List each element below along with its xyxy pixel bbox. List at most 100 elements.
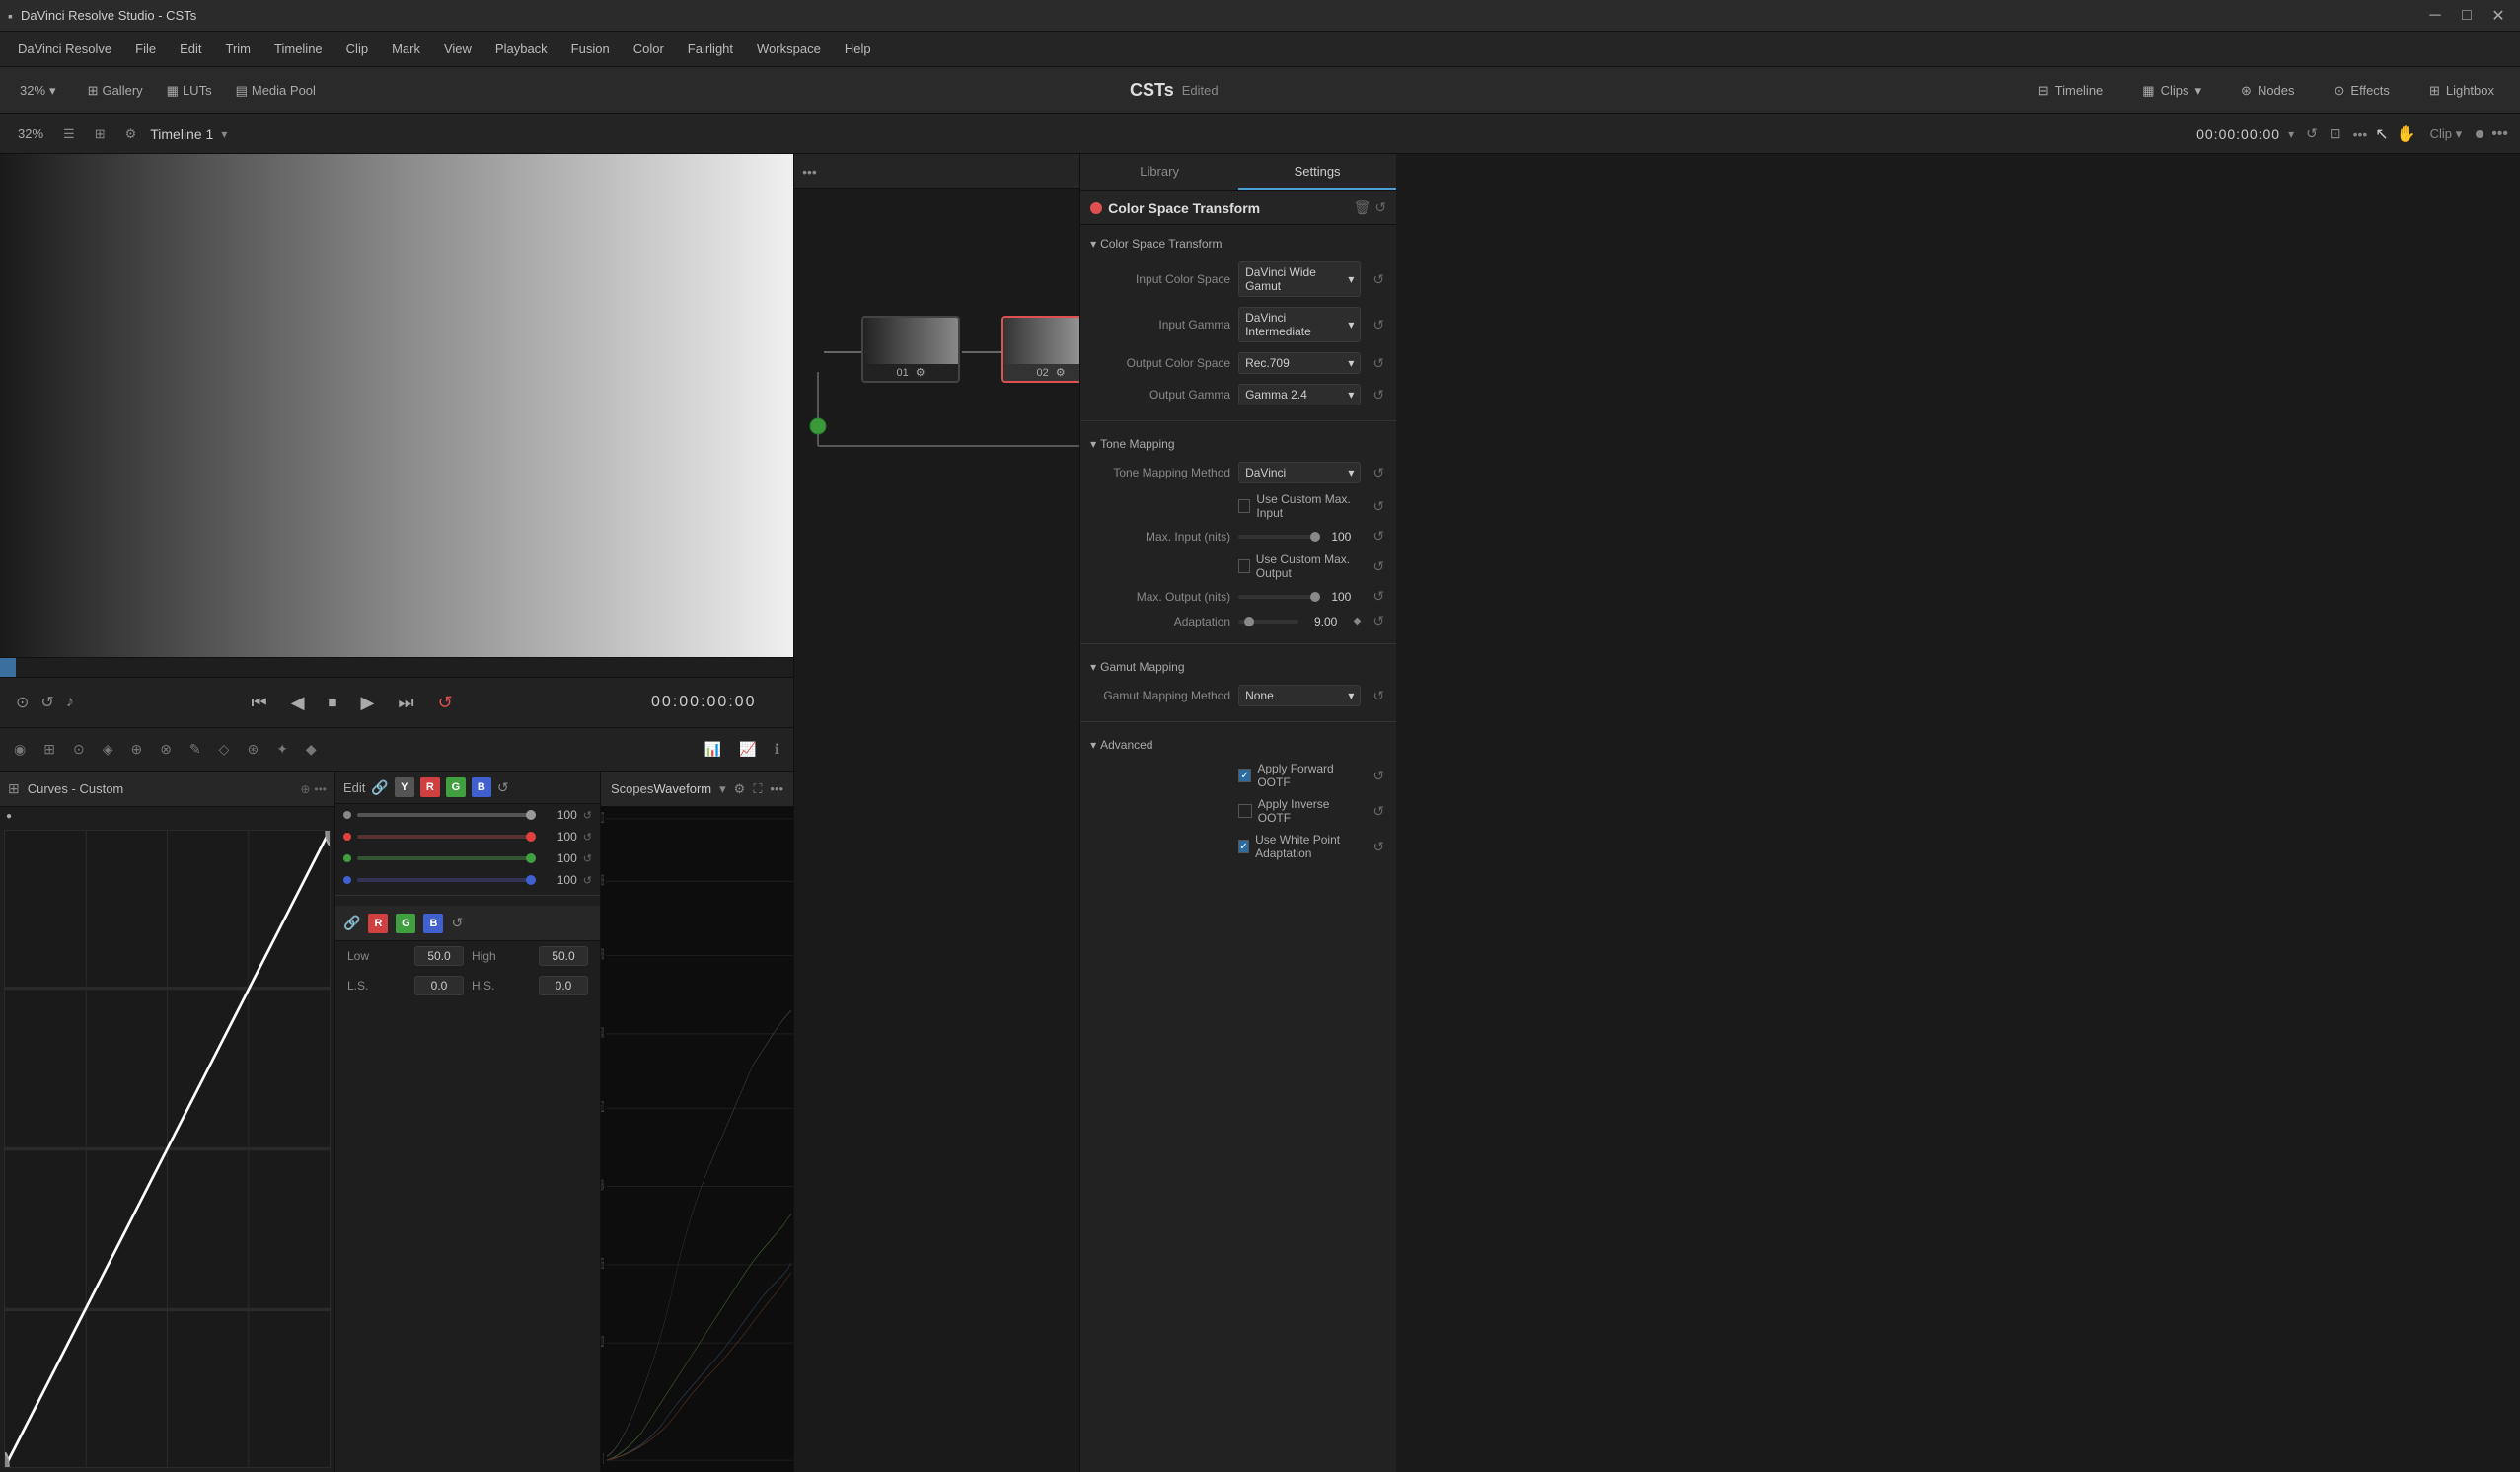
scope-settings-icon[interactable]: ⚙: [734, 781, 746, 797]
softclip-g-btn[interactable]: G: [396, 914, 415, 933]
skip-end-button[interactable]: ⏭: [392, 689, 419, 717]
loop-icon[interactable]: ↺: [2306, 125, 2318, 142]
tone-mapping-method-dropdown[interactable]: DaVinci ▾: [1238, 462, 1361, 483]
input-color-space-dropdown[interactable]: DaVinci Wide Gamut ▾: [1238, 261, 1361, 297]
max-output-reset[interactable]: ↺: [1372, 588, 1384, 605]
gallery-button[interactable]: ⊞ Gallery: [80, 79, 151, 103]
gamut-mapping-toggle[interactable]: ▾ Gamut Mapping: [1080, 654, 1396, 680]
prev-frame-button[interactable]: ◀: [285, 689, 311, 717]
clip-label[interactable]: Clip ▾: [2424, 122, 2469, 146]
channel-luma-reset[interactable]: ↺: [583, 809, 592, 822]
color-settings-icon[interactable]: ⊙: [16, 693, 29, 712]
reset-all-icon[interactable]: ↺: [497, 779, 509, 796]
layout-list-btn[interactable]: ☰: [57, 122, 81, 146]
apply-forward-ootf-reset[interactable]: ↺: [1372, 768, 1384, 784]
link-icon[interactable]: 🔗: [371, 779, 388, 796]
histogram-btn[interactable]: 📈: [733, 737, 762, 762]
minimize-button[interactable]: ─: [2421, 2, 2449, 30]
layout-settings-btn[interactable]: ⚙: [119, 122, 143, 146]
timeline-scrubber[interactable]: [0, 657, 793, 677]
use-custom-max-input-checkbox[interactable]: [1238, 499, 1250, 513]
color-wheel-btn[interactable]: ◉: [8, 737, 32, 762]
menu-trim[interactable]: Trim: [216, 37, 261, 60]
tab-effects[interactable]: ⊙ Effects: [2321, 77, 2404, 105]
use-white-point-checkbox[interactable]: ✓: [1238, 840, 1249, 853]
fit-icon[interactable]: ⊡: [2330, 125, 2341, 142]
curves-btn[interactable]: ⊞: [37, 737, 61, 762]
chevron-down-icon[interactable]: ▾: [719, 781, 726, 797]
gamut-mapping-method-reset[interactable]: ↺: [1372, 688, 1384, 704]
tab-timeline[interactable]: ⊟ Timeline: [2025, 77, 2117, 105]
scope-more-icon[interactable]: •••: [770, 781, 783, 796]
menu-mark[interactable]: Mark: [382, 37, 430, 60]
menu-view[interactable]: View: [434, 37, 482, 60]
menu-clip[interactable]: Clip: [336, 37, 378, 60]
tone-mapping-toggle[interactable]: ▾ Tone Mapping: [1080, 431, 1396, 457]
apply-inverse-ootf-checkbox[interactable]: [1238, 804, 1252, 818]
pointer-tool[interactable]: ↖: [2375, 124, 2388, 144]
softclip-r-btn[interactable]: R: [368, 914, 388, 933]
input-gamma-reset[interactable]: ↺: [1372, 317, 1384, 333]
hs-value[interactable]: 0.0: [539, 976, 588, 995]
softclip-b-btn[interactable]: B: [423, 914, 443, 933]
use-custom-max-output-checkbox[interactable]: [1238, 559, 1250, 573]
reset-icon[interactable]: ↺: [1374, 199, 1386, 216]
close-button[interactable]: ✕: [2484, 2, 2512, 30]
more-icon[interactable]: •••: [2353, 126, 2368, 142]
node-01[interactable]: 01 ⚙: [861, 316, 960, 383]
advanced-toggle[interactable]: ▾ Advanced: [1080, 732, 1396, 758]
use-custom-max-output-reset[interactable]: ↺: [1372, 558, 1384, 575]
hue-btn[interactable]: ⊙: [67, 737, 91, 762]
tab-clips[interactable]: ▦ Clips ▾: [2128, 77, 2215, 105]
menu-fusion[interactable]: Fusion: [561, 37, 620, 60]
menu-edit[interactable]: Edit: [170, 37, 211, 60]
node-options-icon[interactable]: •••: [802, 164, 817, 180]
use-white-point-reset[interactable]: ↺: [1372, 839, 1384, 855]
blur-btn[interactable]: ⊗: [154, 737, 178, 762]
max-input-reset[interactable]: ↺: [1372, 528, 1384, 545]
magic-btn[interactable]: ✦: [270, 737, 294, 762]
output-color-space-dropdown[interactable]: Rec.709 ▾: [1238, 352, 1361, 374]
channel-g-btn[interactable]: G: [446, 777, 466, 797]
menu-color[interactable]: Color: [624, 37, 674, 60]
tone-mapping-method-reset[interactable]: ↺: [1372, 465, 1384, 481]
menu-fairlight[interactable]: Fairlight: [678, 37, 743, 60]
curves-mode-icon[interactable]: ⊕: [300, 782, 310, 796]
waveform-btn[interactable]: 📊: [699, 737, 727, 762]
edit-btn[interactable]: ✎: [184, 737, 207, 762]
output-gamma-dropdown[interactable]: Gamma 2.4 ▾: [1238, 384, 1361, 405]
ls-value[interactable]: 0.0: [414, 976, 464, 995]
keyframe-btn[interactable]: ◆: [300, 737, 323, 762]
zoom-level[interactable]: 32% ▾: [12, 79, 64, 103]
channel-green-reset[interactable]: ↺: [583, 852, 592, 865]
node-02-settings-icon[interactable]: ⚙: [1056, 367, 1066, 379]
adaptation-slider[interactable]: [1238, 620, 1298, 624]
cst-section-toggle[interactable]: ▾ Color Space Transform: [1080, 231, 1396, 257]
use-custom-max-input-reset[interactable]: ↺: [1372, 498, 1384, 515]
gamut-mapping-method-dropdown[interactable]: None ▾: [1238, 685, 1361, 706]
luts-button[interactable]: ▦ LUTs: [159, 79, 220, 103]
node-01-settings-icon[interactable]: ⚙: [916, 367, 926, 379]
curves-canvas-area[interactable]: [4, 830, 331, 1468]
node-editor-area[interactable]: 01 ⚙ 02 ⚙: [794, 189, 1079, 1472]
hand-tool[interactable]: ✋: [2397, 124, 2416, 144]
play-button[interactable]: ▶: [355, 689, 381, 717]
media-pool-button[interactable]: ▤ Media Pool: [228, 79, 324, 103]
scope-fullscreen-icon[interactable]: ⛶: [753, 781, 762, 797]
motion-btn[interactable]: ◈: [97, 737, 119, 762]
mask-btn[interactable]: ⊕: [124, 737, 148, 762]
tab-settings[interactable]: Settings: [1238, 154, 1396, 190]
loop-button[interactable]: ↺: [432, 689, 459, 717]
channel-b-btn[interactable]: B: [472, 777, 491, 797]
audio-icon[interactable]: ♪: [66, 694, 74, 711]
max-input-slider[interactable]: [1238, 535, 1313, 539]
menu-playback[interactable]: Playback: [485, 37, 557, 60]
tab-lightbox[interactable]: ⊞ Lightbox: [2415, 77, 2508, 105]
waveform-mode[interactable]: Waveform: [653, 781, 711, 796]
tab-library[interactable]: Library: [1080, 154, 1238, 190]
max-output-slider[interactable]: [1238, 595, 1313, 599]
output-color-space-reset[interactable]: ↺: [1372, 355, 1384, 372]
layout-grid-btn[interactable]: ⊞: [89, 122, 111, 146]
menu-file[interactable]: File: [125, 37, 166, 60]
more-options-icon[interactable]: •••: [2491, 125, 2508, 143]
